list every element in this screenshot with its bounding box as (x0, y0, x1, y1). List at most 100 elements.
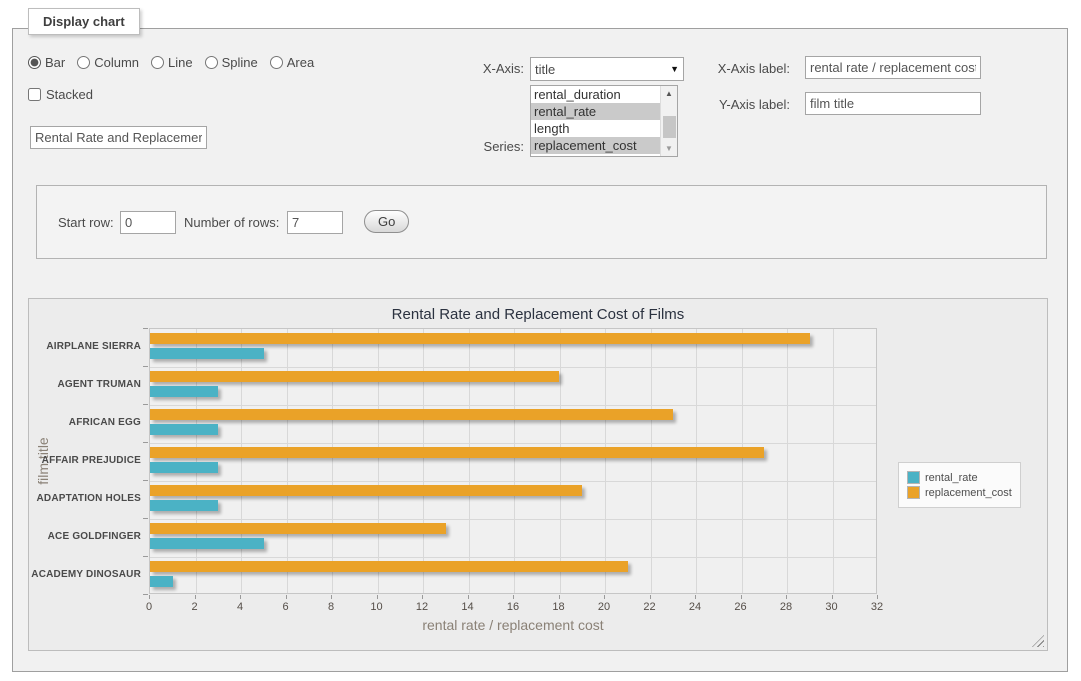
legend-label: replacement_cost (925, 487, 1012, 499)
chevron-down-icon: ▼ (670, 64, 679, 74)
x-tick-label: 4 (220, 601, 260, 613)
series-option-rental_rate[interactable]: rental_rate (531, 103, 660, 120)
series-scrollbar[interactable]: ▲ ▼ (660, 86, 677, 156)
bar-replacement_cost (150, 485, 582, 496)
y-tick-mark (143, 366, 148, 367)
bar-replacement_cost (150, 561, 628, 572)
bar-rental_rate (150, 538, 264, 549)
bar-rental_rate (150, 576, 173, 587)
x-tick-label: 12 (402, 601, 442, 613)
resize-handle[interactable] (1032, 635, 1044, 647)
start-row-label: Start row: (58, 215, 114, 230)
gridline-vertical (423, 329, 424, 593)
go-button[interactable]: Go (364, 210, 409, 233)
x-tick-mark (604, 595, 605, 599)
radio-column[interactable] (77, 56, 90, 69)
radio-area-label[interactable]: Area (287, 55, 314, 70)
x-tick-label: 2 (175, 601, 215, 613)
x-tick-label: 18 (539, 601, 579, 613)
series-option-replacement_cost[interactable]: replacement_cost (531, 137, 660, 154)
radio-column-label[interactable]: Column (94, 55, 139, 70)
x-tick-label: 30 (812, 601, 852, 613)
gridline-vertical (469, 329, 470, 593)
radio-line[interactable] (151, 56, 164, 69)
radio-line-label[interactable]: Line (168, 55, 193, 70)
legend-entry-rental-rate: rental_rate (907, 471, 1012, 484)
x-tick-mark (240, 595, 241, 599)
fieldset-legend-title: Display chart (28, 8, 140, 35)
x-tick-mark (468, 595, 469, 599)
series-option-length[interactable]: length (531, 120, 660, 137)
series-select-label: Series: (454, 139, 524, 154)
stacked-checkbox[interactable] (28, 88, 41, 101)
y-tick-mark (143, 404, 148, 405)
x-tick-label: 0 (129, 601, 169, 613)
stacked-row: Stacked (28, 87, 93, 102)
gridline-vertical (332, 329, 333, 593)
x-tick-mark (559, 595, 560, 599)
scroll-up-icon[interactable]: ▲ (661, 86, 677, 101)
radio-bar-label[interactable]: Bar (45, 55, 65, 70)
gridline-horizontal (150, 367, 876, 368)
x-axis-select[interactable]: title ▼ (530, 57, 684, 81)
bar-replacement_cost (150, 409, 673, 420)
x-tick-label: 26 (721, 601, 761, 613)
x-tick-label: 6 (266, 601, 306, 613)
x-axis-label-input[interactable] (805, 56, 981, 79)
x-tick-mark (149, 595, 150, 599)
category-label: AGENT TRUMAN (29, 366, 141, 404)
gridline-vertical (651, 329, 652, 593)
legend-entry-replacement-cost: replacement_cost (907, 486, 1012, 499)
number-of-rows-input[interactable] (287, 211, 343, 234)
gridline-vertical (287, 329, 288, 593)
series-listbox[interactable]: rental_durationrental_ratelengthreplacem… (530, 85, 678, 157)
x-tick-mark (422, 595, 423, 599)
series-option-rental_duration[interactable]: rental_duration (531, 86, 660, 103)
bar-rental_rate (150, 424, 218, 435)
number-of-rows-label: Number of rows: (184, 215, 279, 230)
y-tick-mark (143, 442, 148, 443)
x-tick-mark (195, 595, 196, 599)
x-tick-label: 8 (311, 601, 351, 613)
x-tick-mark (331, 595, 332, 599)
x-tick-label: 24 (675, 601, 715, 613)
radio-bar[interactable] (28, 56, 41, 69)
bar-replacement_cost (150, 333, 810, 344)
scroll-down-icon[interactable]: ▼ (661, 141, 677, 156)
chart-title: Rental Rate and Replacement Cost of Film… (29, 306, 1047, 323)
gridline-vertical (605, 329, 606, 593)
y-tick-mark (143, 518, 148, 519)
gridline-vertical (833, 329, 834, 593)
category-label: ACADEMY DINOSAUR (29, 556, 141, 594)
start-row-input[interactable] (120, 211, 176, 234)
x-tick-mark (513, 595, 514, 599)
gridline-vertical (241, 329, 242, 593)
rental-rate-swatch-icon (907, 471, 920, 484)
x-axis-select-label: X-Axis: (454, 61, 524, 76)
bar-replacement_cost (150, 523, 446, 534)
series-options: rental_durationrental_ratelengthreplacem… (531, 86, 660, 156)
gridline-vertical (378, 329, 379, 593)
x-tick-label: 20 (584, 601, 624, 613)
y-axis-label-input[interactable] (805, 92, 981, 115)
gridline-vertical (787, 329, 788, 593)
gridline-horizontal (150, 519, 876, 520)
x-tick-label: 14 (448, 601, 488, 613)
radio-spline-label[interactable]: Spline (222, 55, 258, 70)
category-label: ADAPTATION HOLES (29, 480, 141, 518)
legend-label: rental_rate (925, 472, 978, 484)
radio-area[interactable] (270, 56, 283, 69)
x-tick-label: 10 (357, 601, 397, 613)
stacked-label[interactable]: Stacked (46, 87, 93, 102)
scrollbar-thumb[interactable] (663, 116, 676, 138)
x-tick-mark (377, 595, 378, 599)
gridline-horizontal (150, 557, 876, 558)
x-tick-mark (741, 595, 742, 599)
category-label: ACE GOLDFINGER (29, 518, 141, 556)
radio-spline[interactable] (205, 56, 218, 69)
x-axis-label-label: X-Axis label: (700, 61, 790, 76)
chart-title-input[interactable] (30, 126, 207, 149)
gridline-vertical (560, 329, 561, 593)
gridline-horizontal (150, 481, 876, 482)
bar-replacement_cost (150, 447, 764, 458)
